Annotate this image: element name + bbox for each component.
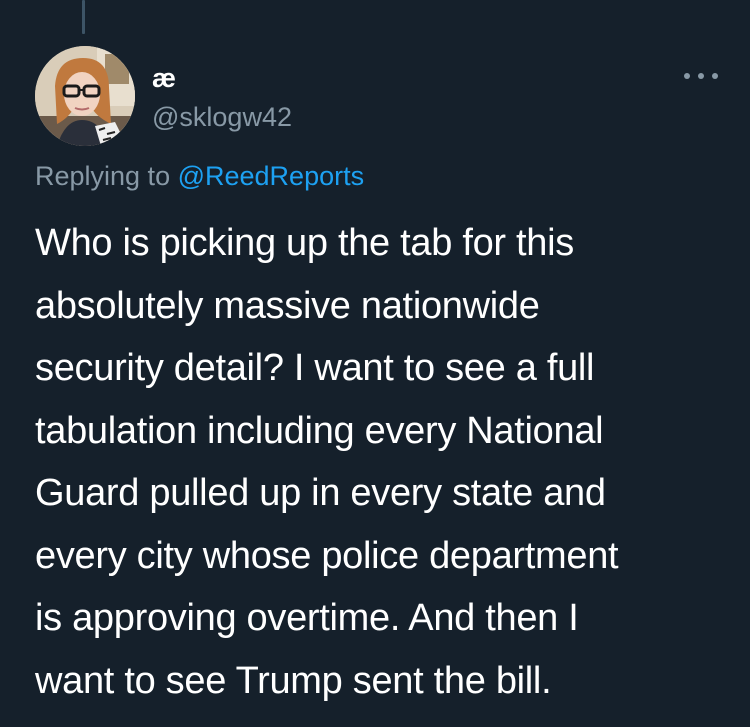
tweet-text-line: absolutely massive nationwide [35, 284, 540, 327]
user-handle[interactable]: @sklogw42 [152, 101, 292, 133]
more-dot [712, 73, 718, 79]
tweet-text-line: want to see Trump sent the bill. [35, 659, 552, 702]
avatar[interactable] [35, 46, 135, 146]
tweet-body: Who is picking up the tab for this absol… [35, 212, 725, 712]
tweet-text-line: Guard pulled up in every state and [35, 472, 606, 514]
thread-connector-line [82, 0, 85, 34]
replying-to-label: Replying to [35, 161, 178, 191]
tweet-text-line: is approving overtime. And then I [35, 597, 579, 639]
tweet-text-line: every city whose police department [35, 534, 619, 577]
avatar-photo [35, 46, 135, 146]
more-dot [698, 73, 704, 79]
more-horizontal-icon[interactable] [684, 68, 718, 84]
display-name[interactable]: æ [152, 62, 176, 94]
tweet-text-line: Who is picking up the tab for this [35, 222, 574, 264]
tweet-text-line: tabulation including every National [35, 409, 604, 452]
tweet-text-line: security detail? I want to see a full [35, 347, 595, 389]
replying-to-link[interactable]: @ReedReports [178, 161, 365, 191]
replying-to-line: Replying to @ReedReports [35, 159, 364, 193]
more-dot [684, 73, 690, 79]
